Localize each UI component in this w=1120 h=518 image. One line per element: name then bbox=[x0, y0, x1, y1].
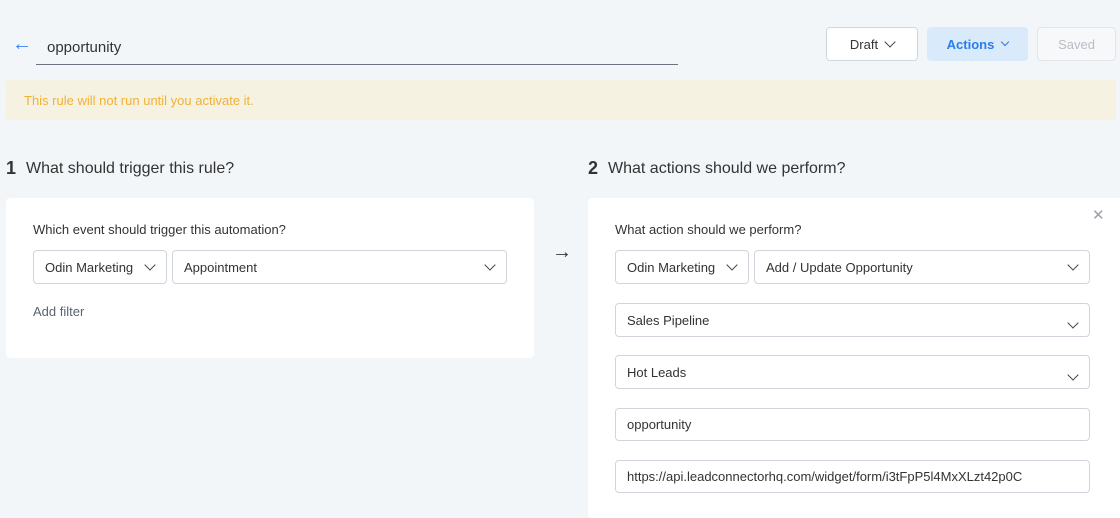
saved-label: Saved bbox=[1058, 36, 1095, 52]
chevron-down-icon bbox=[1067, 317, 1079, 329]
step-number: 1 bbox=[6, 158, 17, 178]
trigger-app-select[interactable]: Odin Marketing bbox=[33, 250, 167, 284]
saved-button[interactable]: Saved bbox=[1037, 27, 1116, 61]
draft-label: Draft bbox=[849, 36, 879, 52]
step-title: What should trigger this rule? bbox=[26, 159, 235, 177]
close-icon[interactable]: ✕ bbox=[1092, 206, 1105, 224]
rule-name-input[interactable] bbox=[36, 30, 678, 65]
stage-select[interactable]: Hot Leads bbox=[615, 355, 1090, 389]
chevron-down-icon bbox=[484, 259, 496, 271]
select-value: Hot Leads bbox=[627, 365, 687, 380]
chevron-down-icon bbox=[726, 259, 738, 271]
step-title: What actions should we perform? bbox=[608, 159, 846, 177]
action-label: What action should we perform? bbox=[615, 222, 802, 237]
add-filter-link[interactable]: Add filter bbox=[33, 304, 84, 319]
actions-label: Actions bbox=[946, 36, 995, 52]
action-app-select[interactable]: Odin Marketing bbox=[615, 250, 749, 284]
chevron-down-icon bbox=[884, 36, 896, 48]
draft-status-button[interactable]: Draft bbox=[826, 27, 918, 61]
select-value: Sales Pipeline bbox=[627, 313, 710, 328]
source-url-input[interactable] bbox=[615, 460, 1090, 493]
chevron-down-icon bbox=[1067, 369, 1079, 381]
select-value: Appointment bbox=[184, 259, 257, 275]
select-value: Odin Marketing bbox=[45, 259, 134, 275]
select-value: Add / Update Opportunity bbox=[766, 259, 913, 275]
action-step-heading: 2 What actions should we perform? bbox=[588, 158, 845, 179]
step-number: 2 bbox=[588, 158, 599, 178]
chevron-down-icon bbox=[144, 259, 156, 271]
action-type-select[interactable]: Add / Update Opportunity bbox=[754, 250, 1090, 284]
trigger-step-heading: 1 What should trigger this rule? bbox=[6, 158, 234, 179]
banner-text: This rule will not run until you activat… bbox=[24, 93, 254, 108]
chevron-down-icon bbox=[1001, 37, 1010, 47]
trigger-label: Which event should trigger this automati… bbox=[33, 222, 286, 237]
select-value: Odin Marketing bbox=[627, 259, 716, 275]
pipeline-select[interactable]: Sales Pipeline bbox=[615, 303, 1090, 337]
arrow-right-icon: → bbox=[552, 241, 572, 263]
opportunity-name-input[interactable] bbox=[615, 408, 1090, 441]
actions-button[interactable]: Actions bbox=[927, 27, 1028, 61]
chevron-down-icon bbox=[1067, 259, 1079, 271]
back-arrow-icon[interactable]: ← bbox=[12, 33, 32, 56]
trigger-event-select[interactable]: Appointment bbox=[172, 250, 507, 284]
inactive-warning-banner: This rule will not run until you activat… bbox=[6, 80, 1116, 120]
